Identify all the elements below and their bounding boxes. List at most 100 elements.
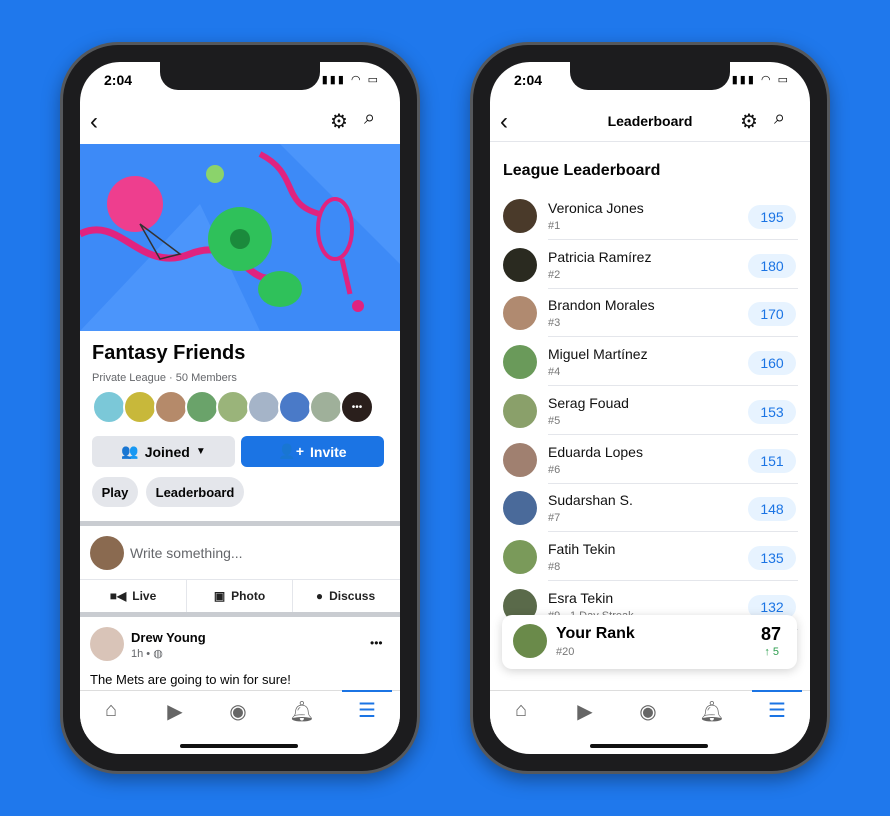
menu-icon[interactable]: ☰ — [342, 690, 392, 723]
player-name: Brandon Morales — [548, 297, 655, 314]
avatar[interactable] — [309, 390, 343, 424]
back-icon[interactable]: ‹ — [90, 108, 98, 136]
tab-bar: ⌂ ▶ ◉ 🔔︎ ☰ — [490, 690, 810, 734]
player-name: Patricia Ramírez — [548, 248, 652, 265]
invite-button[interactable]: 👤+ Invite — [241, 436, 384, 467]
score-badge: 148 — [748, 497, 796, 522]
home-indicator — [590, 744, 708, 748]
messenger-icon: ● — [315, 589, 324, 603]
avatar[interactable] — [216, 390, 250, 424]
bell-icon[interactable]: 🔔︎ — [287, 699, 317, 724]
avatar — [503, 345, 537, 380]
leaderboard-row[interactable]: Patricia Ramírez #2 180 — [490, 241, 810, 289]
group-members-icon: 👥 — [121, 443, 139, 459]
status-time: 2:04 — [514, 72, 543, 88]
nav-title: Leaderboard — [607, 113, 693, 129]
notch — [570, 62, 730, 90]
score-badge: 160 — [748, 351, 796, 376]
leaderboard-row[interactable]: Serag Fouad #5 153 — [490, 387, 810, 435]
avatar — [503, 539, 537, 574]
bell-icon[interactable]: 🔔︎ — [697, 699, 727, 724]
your-rank-card[interactable]: Your Rank #20 87 ↑ 5 — [502, 615, 797, 669]
player-name: Esra Tekin — [548, 589, 614, 606]
avatar[interactable] — [123, 390, 157, 424]
leaderboard-chip[interactable]: Leaderboard — [146, 477, 244, 507]
groups-icon[interactable]: ◉ — [633, 699, 663, 724]
more-members-label: ••• — [351, 401, 363, 413]
video-camera-icon: ■◀ — [109, 589, 127, 603]
post-author-avatar[interactable] — [90, 627, 124, 661]
sports-illustration — [80, 144, 400, 331]
avatar — [503, 491, 537, 526]
leaderboard-row[interactable]: Veronica Jones #1 195 — [490, 192, 810, 240]
composer-input[interactable]: Write something... — [130, 545, 243, 561]
notch — [160, 62, 320, 90]
score-badge: 170 — [748, 302, 796, 327]
joined-button[interactable]: 👥 Joined ▼ — [92, 436, 235, 467]
avatar — [503, 199, 537, 233]
player-name: Miguel Martínez — [548, 346, 648, 363]
home-icon[interactable]: ⌂ — [96, 699, 126, 722]
leaderboard-row[interactable]: Miguel Martínez #4 160 — [490, 338, 810, 387]
player-name: Fatih Tekin — [548, 540, 616, 557]
avatar — [503, 393, 537, 428]
score-badge: 153 — [748, 399, 796, 424]
avatar[interactable] — [247, 390, 281, 424]
score-badge: 195 — [748, 205, 796, 229]
player-rank: #4 — [548, 366, 561, 379]
avatar — [503, 442, 537, 477]
leaderboard-heading: League Leaderboard — [503, 162, 661, 179]
nav-bar: ‹ Leaderboard ⚙ ⌕ — [490, 102, 810, 142]
joined-label: Joined — [144, 443, 190, 460]
post-author-name[interactable]: Drew Young — [131, 630, 206, 645]
discuss-label: Discuss — [329, 589, 376, 603]
add-person-icon: 👤+ — [278, 443, 305, 459]
invite-label: Invite — [310, 443, 347, 460]
tab-bar: ⌂ ▶ ◉ 🔔︎ ☰ — [80, 690, 400, 734]
player-name: Veronica Jones — [548, 200, 644, 216]
avatar[interactable] — [154, 390, 188, 424]
score-badge: 180 — [748, 253, 796, 278]
player-rank: #3 — [548, 317, 561, 330]
search-icon[interactable]: ⌕ — [364, 107, 375, 130]
leaderboard-row[interactable]: Brandon Morales #3 170 — [490, 289, 810, 338]
search-icon[interactable]: ⌕ — [774, 107, 785, 130]
group-subtitle: Private League · 50 Members — [92, 372, 237, 384]
player-name: Eduarda Lopes — [548, 443, 643, 460]
menu-icon[interactable]: ☰ — [752, 690, 802, 723]
more-members-button[interactable]: ••• — [340, 390, 374, 424]
avatar[interactable] — [278, 390, 312, 424]
your-score: 87 — [760, 624, 781, 644]
groups-icon[interactable]: ◉ — [223, 699, 253, 724]
photo-icon: ▣ — [213, 589, 226, 603]
group-title: Fantasy Friends — [92, 342, 246, 364]
leaderboard-row[interactable]: Fatih Tekin #8 135 — [490, 533, 810, 581]
play-chip[interactable]: Play — [92, 477, 138, 507]
gear-icon[interactable]: ⚙ — [330, 109, 348, 134]
score-badge: 135 — [748, 545, 796, 570]
your-rank-position: #20 — [556, 646, 575, 658]
player-rank: #2 — [548, 268, 561, 281]
home-icon[interactable]: ⌂ — [506, 699, 536, 722]
divider — [80, 612, 400, 617]
caret-down-icon: ▼ — [195, 446, 206, 457]
live-button[interactable]: ■◀ Live — [80, 580, 186, 612]
post-more-button[interactable]: ••• — [370, 636, 383, 650]
left-phone: 2:04 ▮▮▮ ◠ ▭ ‹ ⚙ ⌕ Fantasy Friends Priva… — [60, 42, 420, 774]
avatar[interactable] — [185, 390, 219, 424]
watch-icon[interactable]: ▶ — [160, 699, 190, 724]
live-label: Live — [132, 589, 157, 603]
photo-button[interactable]: ▣ Photo — [186, 580, 292, 612]
player-rank: #8 — [548, 560, 561, 573]
leaderboard-row[interactable]: Sudarshan S. #7 148 — [490, 484, 810, 533]
watch-icon[interactable]: ▶ — [570, 699, 600, 724]
gear-icon[interactable]: ⚙ — [740, 109, 758, 134]
leaderboard-row[interactable]: Eduarda Lopes #6 151 — [490, 436, 810, 484]
player-rank: #6 — [548, 463, 561, 476]
leaderboard-screen: 2:04 ▮▮▮ ◠ ▭ ‹ Leaderboard ⚙ ⌕ League Le… — [490, 62, 810, 754]
avatar[interactable] — [92, 390, 126, 424]
discuss-button[interactable]: ● Discuss — [292, 580, 398, 612]
group-cover-image — [80, 144, 400, 331]
avatar — [503, 296, 537, 331]
rank-change: ↑ 5 — [764, 646, 779, 658]
